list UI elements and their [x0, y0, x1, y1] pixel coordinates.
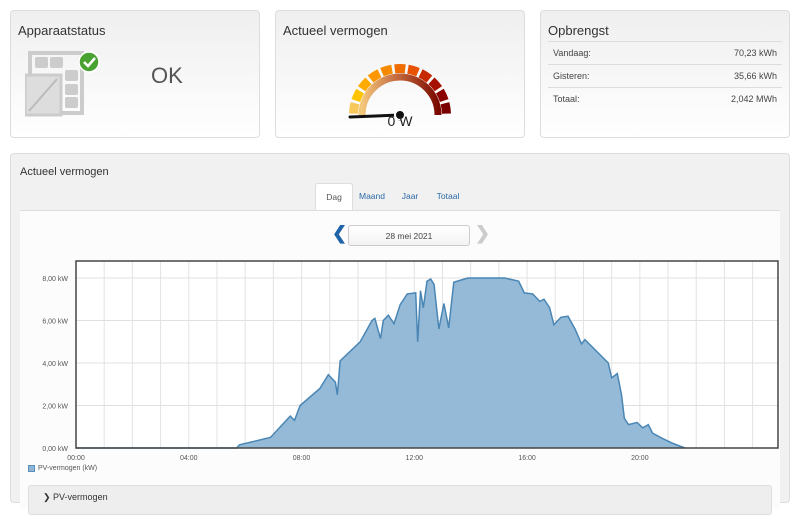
x-tick-label: 12:00	[406, 455, 424, 461]
row-label: Vandaag:	[553, 48, 591, 58]
y-tick-label: 0,00 kW	[42, 446, 68, 453]
power-value: 0 W	[387, 113, 413, 129]
period-tabs: Dag Maand Jaar Totaal	[315, 183, 467, 211]
device-status-card: Apparaatstatus OK	[10, 10, 260, 138]
card-title: Apparaatstatus	[18, 23, 106, 38]
y-tick-label: 6,00 kW	[42, 319, 68, 326]
power-gauge	[348, 64, 451, 121]
yield-card: Opbrengst Vandaag: 70,23 kWh Gisteren: 35,…	[540, 10, 790, 138]
row-label: Totaal:	[553, 94, 580, 104]
card-title: Actueel vermogen	[283, 23, 388, 38]
power-chart-panel: Actueel vermogen Dag Maand Jaar Totaal ❮…	[10, 153, 790, 515]
x-tick-label: 20:00	[631, 455, 649, 461]
tab-dag[interactable]: Dag	[315, 183, 353, 211]
yield-row-today: Vandaag: 70,23 kWh	[548, 41, 782, 64]
gauge-segment	[394, 64, 406, 74]
chart-legend[interactable]: PV-vermogen (kW)	[28, 465, 97, 472]
inverter-ok-icon	[25, 51, 100, 117]
tab-totaal[interactable]: Totaal	[429, 183, 467, 211]
gauge-segment	[440, 102, 451, 114]
pv-section-header[interactable]: ❯ PV-vermogen	[28, 485, 772, 515]
current-power-card: Actueel vermogen 0 W	[275, 10, 525, 138]
y-tick-label: 4,00 kW	[42, 361, 68, 368]
y-tick-label: 2,00 kW	[42, 404, 68, 411]
legend-swatch	[28, 465, 35, 472]
chart-container: ❮ 28 mei 2021 ❯ 00:00 04:00 08:00 12:00 16:0…	[20, 210, 780, 515]
card-title: Opbrengst	[548, 23, 609, 38]
x-tick-label: 16:00	[518, 455, 536, 461]
gauge-segment	[349, 102, 360, 114]
row-value: 70,23 kWh	[733, 48, 777, 58]
yield-row-yesterday: Gisteren: 35,66 kWh	[548, 64, 782, 87]
legend-label: PV-vermogen (kW)	[38, 465, 98, 472]
status-value: OK	[151, 63, 183, 88]
x-tick-label: 00:00	[67, 455, 85, 461]
row-value: 35,66 kWh	[733, 71, 777, 81]
tab-jaar[interactable]: Jaar	[391, 183, 429, 211]
x-tick-label: 04:00	[180, 455, 198, 461]
power-chart: 00:00 04:00 08:00 12:00 16:00 20:00 0,00 kW 2,0…	[42, 260, 779, 461]
row-label: Gisteren:	[553, 71, 590, 81]
tab-maand[interactable]: Maand	[353, 183, 391, 211]
x-tick-label: 08:00	[293, 455, 311, 461]
y-tick-label: 8,00 kW	[42, 276, 68, 283]
row-value: 2,042 MWh	[730, 94, 777, 104]
yield-table: Vandaag: 70,23 kWh Gisteren: 35,66 kWh Tot…	[548, 41, 782, 110]
yield-row-total: Totaal: 2,042 MWh	[548, 87, 782, 110]
panel-title: Actueel vermogen	[20, 166, 109, 178]
section-label: PV-vermogen	[53, 492, 108, 502]
